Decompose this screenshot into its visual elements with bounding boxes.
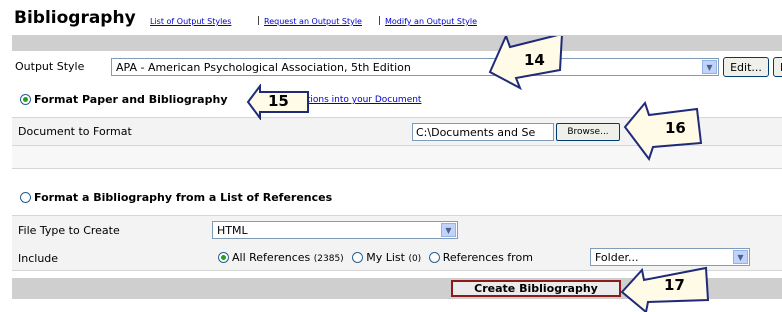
link-request-output-style[interactable]: Request an Output Style — [264, 17, 362, 26]
format-list-label: Format a Bibliography from a List of Ref… — [34, 191, 333, 204]
chevron-down-icon[interactable]: ▼ — [441, 223, 456, 237]
references-from-radio[interactable] — [428, 252, 440, 263]
my-list-option[interactable]: My List (0) — [352, 251, 421, 264]
format-paper-label: Format Paper and Bibliography — [34, 93, 228, 106]
chevron-down-icon[interactable]: ▼ — [733, 250, 748, 264]
my-list-radio[interactable] — [352, 252, 364, 263]
document-path-input[interactable]: C:\Documents and Se — [412, 123, 554, 141]
output-style-label: Output Style — [15, 60, 85, 73]
link-modify-output-style[interactable]: Modify an Output Style — [385, 17, 477, 26]
callout-number: 14 — [524, 51, 545, 69]
callout-15: 15 — [246, 84, 312, 120]
output-style-select[interactable]: APA - American Psychological Association… — [111, 58, 719, 76]
format-list-option[interactable]: Format a Bibliography from a List of Ref… — [20, 191, 332, 204]
my-list-label: My List — [366, 251, 405, 264]
file-type-value: HTML — [217, 224, 248, 237]
format-paper-radio[interactable] — [20, 94, 31, 105]
browse-button[interactable]: Browse... — [556, 123, 620, 141]
all-references-option[interactable]: All References (2385) — [218, 251, 344, 264]
all-references-label: All References — [232, 251, 311, 264]
link-separator: | — [378, 16, 382, 26]
my-list-count: (0) — [408, 254, 422, 264]
callout-arrow-icon — [623, 100, 703, 162]
top-band — [12, 35, 782, 51]
file-type-label: File Type to Create — [18, 224, 120, 237]
output-style-value: APA - American Psychological Association… — [116, 61, 411, 74]
create-bibliography-button[interactable]: Create Bibliography — [451, 280, 621, 297]
link-separator: | — [257, 16, 261, 26]
edit-style-button[interactable]: Edit... — [723, 57, 769, 77]
format-list-radio[interactable] — [20, 192, 31, 203]
callout-16: 16 — [623, 99, 705, 163]
callout-number: 16 — [665, 119, 686, 137]
callout-number: 17 — [664, 276, 685, 294]
link-list-output-styles[interactable]: List of Output Styles — [150, 17, 231, 26]
callout-14: 14 — [488, 36, 564, 90]
callout-number: 15 — [268, 92, 289, 110]
new-style-button[interactable]: Ne — [773, 57, 782, 77]
file-type-select[interactable]: HTML ▼ — [212, 221, 458, 239]
chevron-down-icon[interactable]: ▼ — [702, 60, 717, 74]
all-references-radio[interactable] — [218, 252, 229, 263]
page-title: Bibliography — [14, 8, 136, 28]
format-paper-option[interactable]: Format Paper and Bibliography — [20, 93, 227, 106]
all-references-count: (2385) — [313, 254, 344, 264]
document-label: Document to Format — [18, 125, 132, 138]
include-label: Include — [18, 252, 59, 265]
callout-17: 17 — [620, 262, 712, 312]
include-options: All References (2385) My List (0) Refere… — [218, 251, 533, 264]
references-from-label: References from — [442, 251, 533, 264]
references-from-option[interactable]: References from — [428, 251, 533, 264]
